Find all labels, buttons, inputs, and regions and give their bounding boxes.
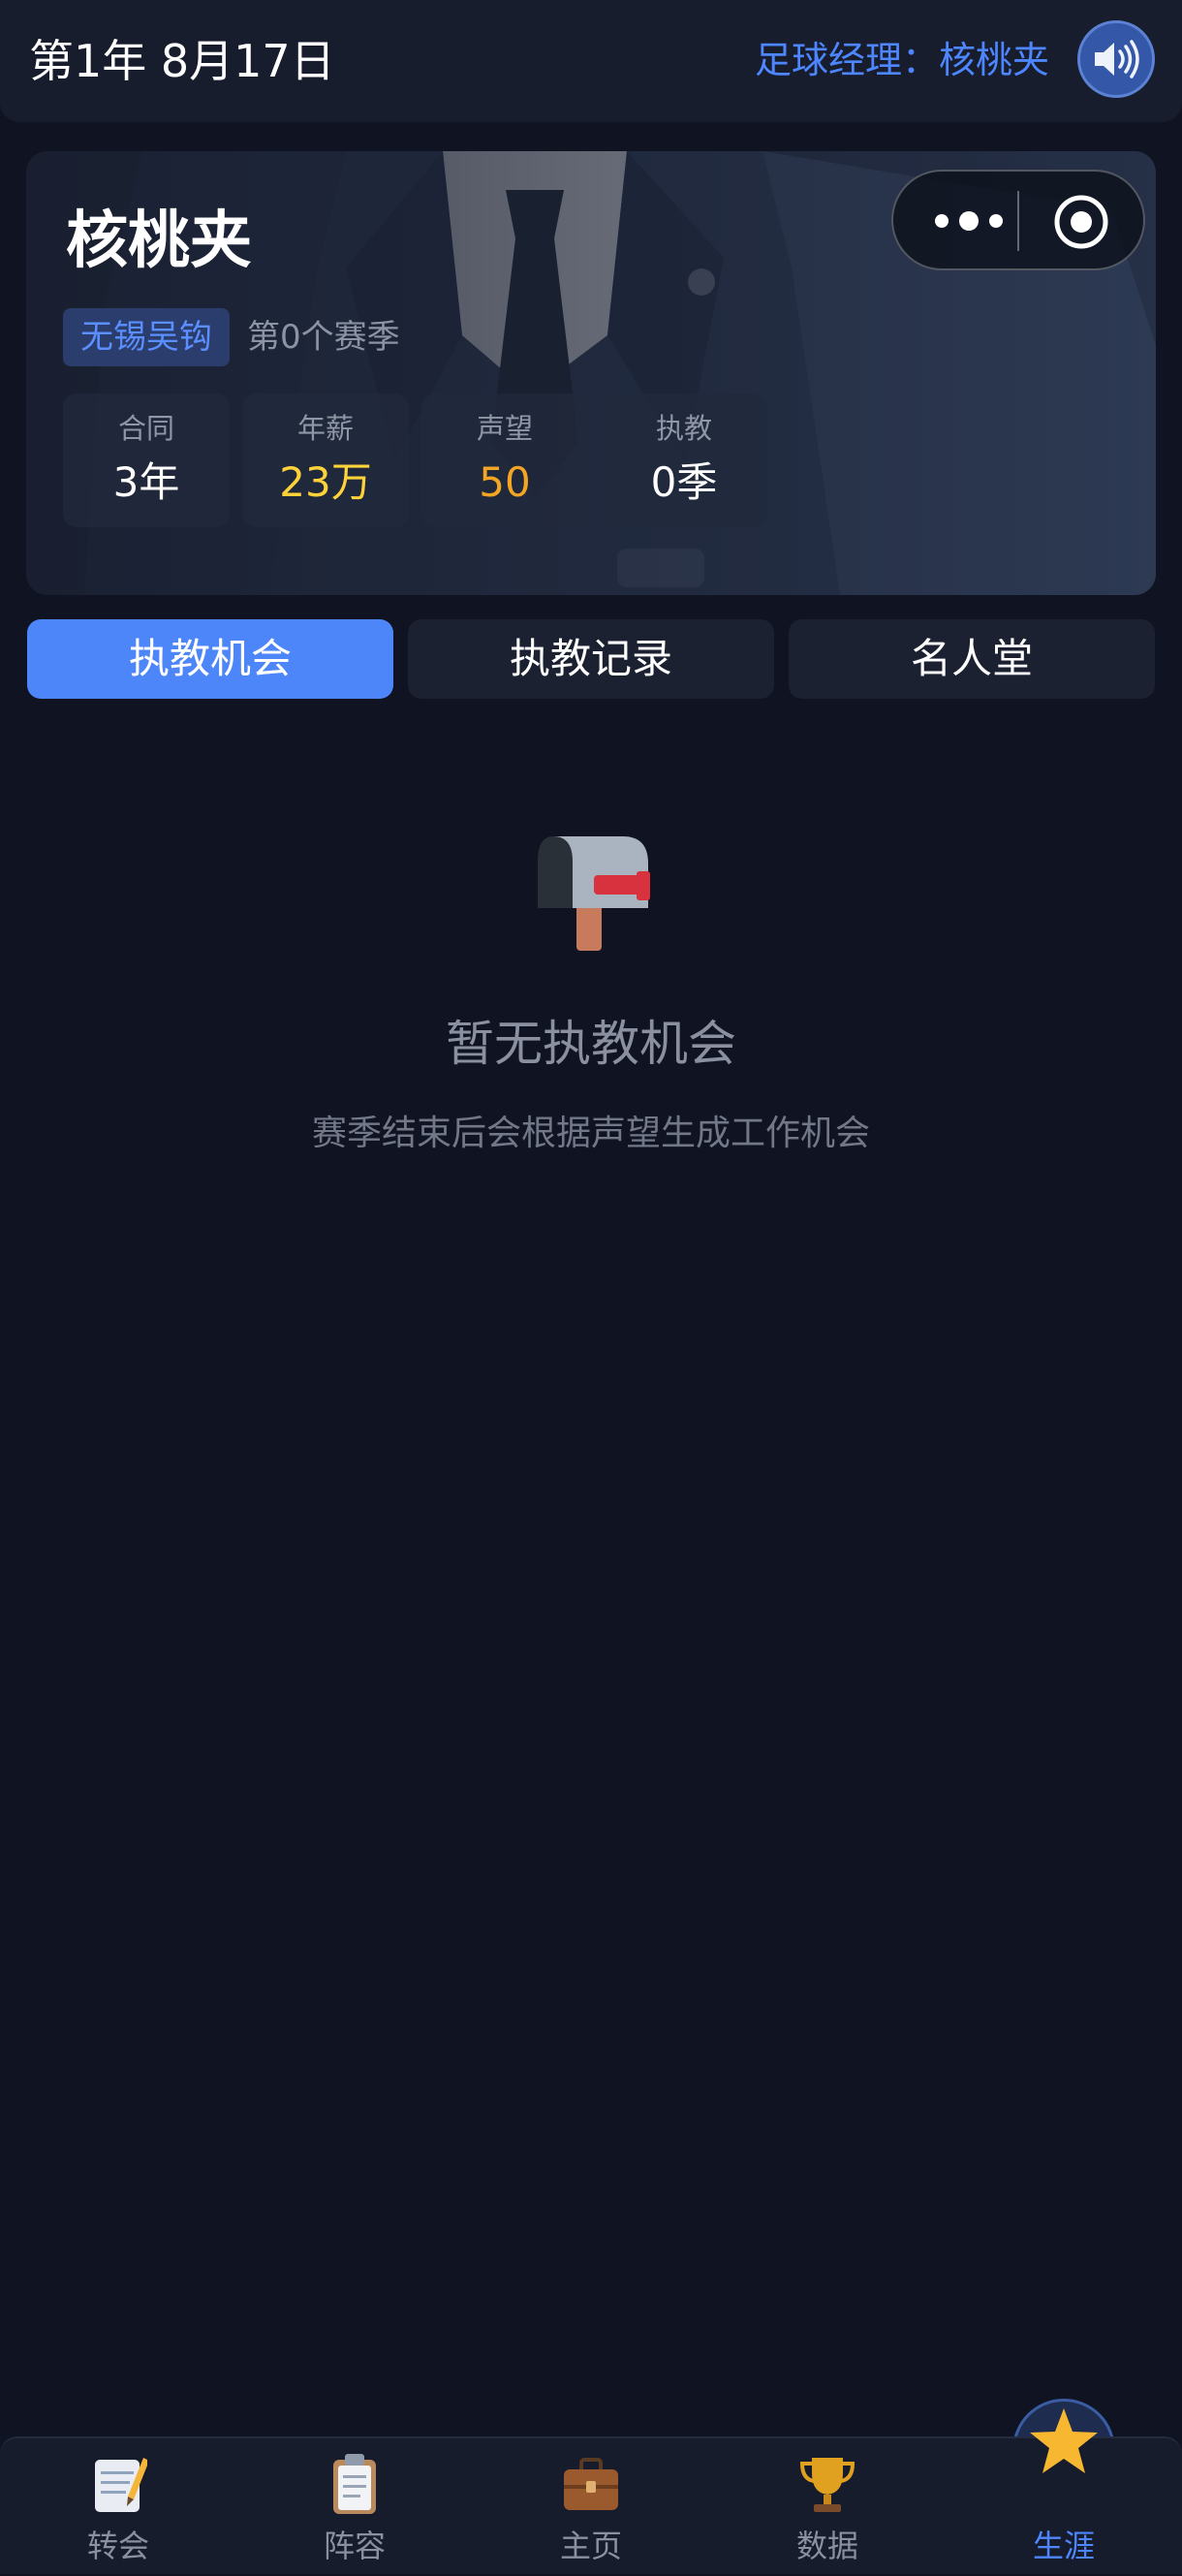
tab-hall-of-fame[interactable]: 名人堂 [789, 619, 1155, 699]
briefcase-icon [564, 2458, 618, 2510]
nav-squad[interactable]: 阵容 [258, 2438, 451, 2576]
tab-coaching-record[interactable]: 执教记录 [408, 619, 774, 699]
club-tag: 无锡吴钩 [63, 308, 230, 366]
manager-name-title: 核桃夹 [66, 205, 252, 277]
stat-salary: 年薪 23万 [242, 393, 409, 527]
game-date: 第1年 8月17日 [29, 35, 335, 87]
season-count: 第0个赛季 [247, 318, 400, 357]
star-icon [1030, 2408, 1098, 2473]
speaker-icon [1095, 40, 1139, 79]
mailbox-icon [538, 836, 650, 951]
nav-transfer[interactable]: 转会 [21, 2438, 215, 2576]
stat-value: 23万 [279, 458, 372, 506]
nav-career[interactable]: 生涯 [967, 2408, 1161, 2576]
nav-label: 数据 [795, 2528, 858, 2564]
trophy-icon [799, 2458, 855, 2512]
more-dots-icon[interactable] [930, 199, 1008, 243]
clipboard-icon [333, 2454, 376, 2514]
nav-label: 阵容 [323, 2528, 386, 2564]
manager-name: 足球经理：核桃夹 [754, 39, 1049, 81]
empty-state-subtitle: 赛季结束后会根据声望生成工作机会 [311, 1114, 870, 1153]
memo-pencil-icon [95, 2458, 147, 2512]
nav-data[interactable]: 数据 [731, 2438, 924, 2576]
stat-label: 声望 [476, 412, 533, 445]
nav-label: 主页 [559, 2528, 622, 2564]
miniprogram-capsule [891, 170, 1145, 270]
tab-coaching-opportunities[interactable]: 执教机会 [27, 619, 393, 699]
target-circle-icon[interactable] [1052, 193, 1110, 251]
stat-reputation: 声望 50 [421, 393, 588, 527]
top-bar: 第1年 8月17日 足球经理：核桃夹 [0, 0, 1182, 122]
nav-home[interactable]: 主页 [494, 2438, 688, 2576]
stat-label: 执教 [655, 412, 712, 445]
stat-value: 50 [479, 458, 531, 506]
bottom-navigation: 转会 阵容 主页 数据 生涯 [0, 2408, 1182, 2576]
capsule-divider [1017, 191, 1019, 251]
stat-label: 年薪 [296, 412, 354, 445]
sound-toggle-button[interactable] [1077, 20, 1155, 98]
nav-label: 转会 [86, 2528, 149, 2564]
stat-contract: 合同 3年 [63, 393, 230, 527]
empty-state-title: 暂无执教机会 [446, 1016, 736, 1072]
nav-label: 生涯 [1032, 2528, 1095, 2564]
stat-label: 合同 [117, 412, 174, 445]
stat-value: 0季 [650, 458, 718, 506]
stat-value: 3年 [112, 458, 180, 506]
stat-coaching-seasons: 执教 0季 [601, 393, 767, 527]
